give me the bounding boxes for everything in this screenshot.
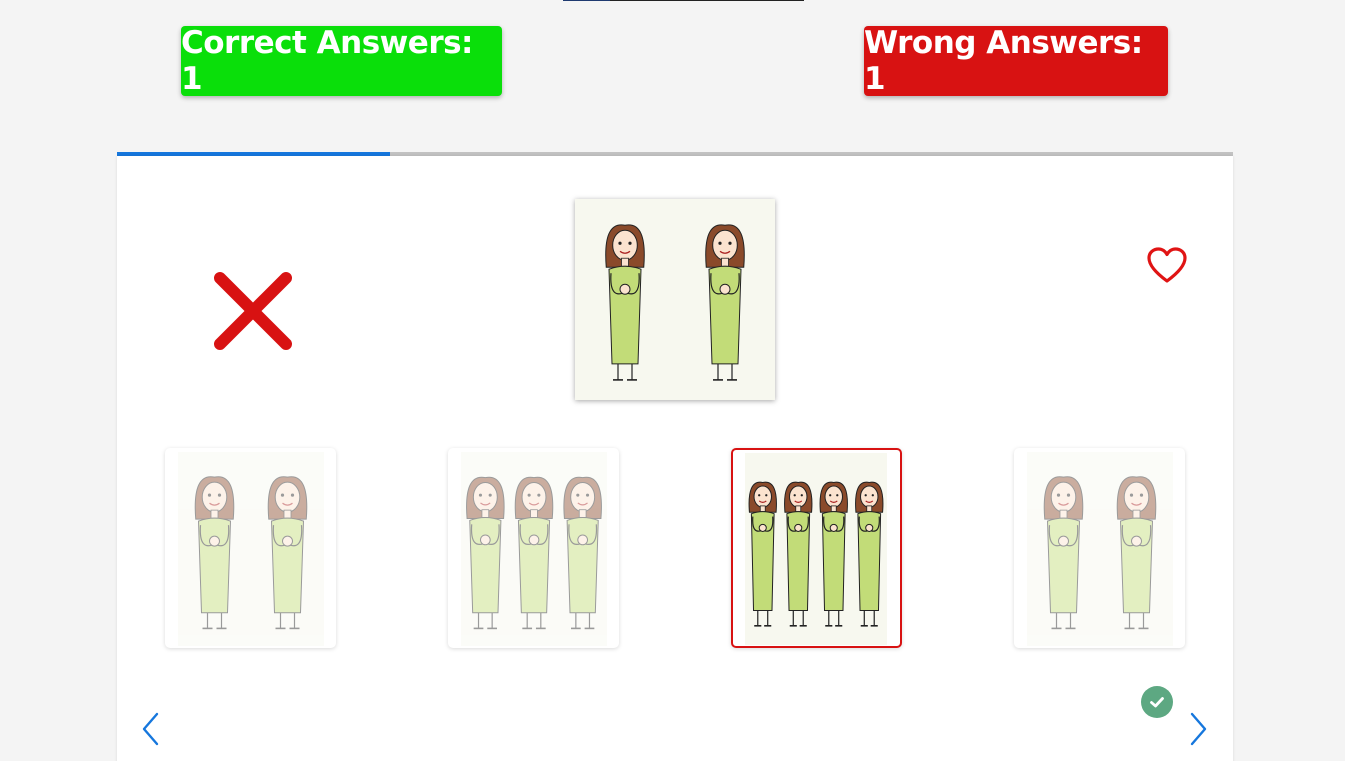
- answer-option-4[interactable]: [1014, 448, 1185, 648]
- signer-figure: [605, 224, 645, 381]
- signer-figure: [1043, 476, 1084, 630]
- close-icon: [212, 270, 294, 352]
- answer-option-1[interactable]: [165, 448, 336, 648]
- signer-figure: [784, 481, 813, 627]
- signer-figure: [705, 224, 745, 381]
- correct-answers-label: Correct Answers: 1: [181, 25, 473, 97]
- signer-figure: [466, 476, 505, 630]
- signer-figure: [194, 476, 235, 630]
- signer-figure: [1116, 476, 1157, 630]
- wrong-answers-badge: Wrong Answers: 1: [864, 25, 1168, 97]
- signer-figure: [819, 481, 848, 627]
- signer-figure: [855, 481, 884, 627]
- signer-figure: [267, 476, 308, 630]
- quiz-card: [117, 156, 1233, 761]
- top-divider: [563, 0, 804, 1]
- chevron-left-icon[interactable]: [139, 711, 163, 747]
- answer-option-3[interactable]: [731, 448, 902, 648]
- answer-option-2[interactable]: [448, 448, 619, 648]
- signer-figure: [748, 481, 777, 627]
- heart-outline-icon[interactable]: [1146, 246, 1188, 286]
- signer-figure: [514, 476, 554, 630]
- check-circle-icon: [1141, 686, 1173, 718]
- signer-figure: [563, 476, 602, 630]
- chevron-right-icon[interactable]: [1186, 711, 1210, 747]
- wrong-answers-label: Wrong Answers: 1: [864, 25, 1143, 97]
- prompt-sign-image: [575, 199, 775, 400]
- correct-answers-badge: Correct Answers: 1: [181, 25, 502, 97]
